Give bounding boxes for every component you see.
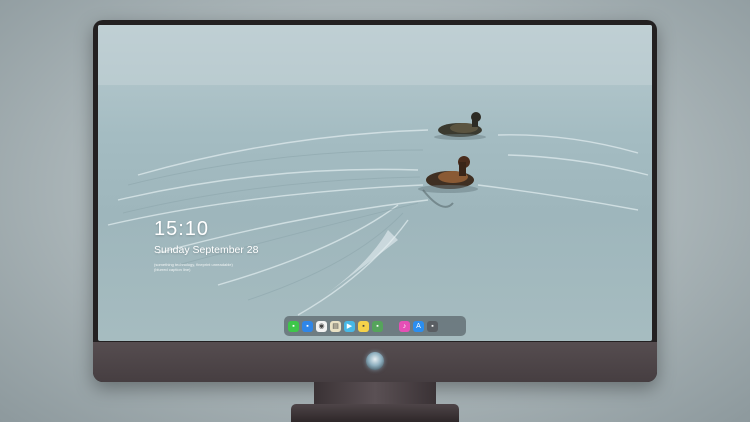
lock-screen-date: Sunday September 28 xyxy=(154,244,259,256)
wallpaper-lake-ducks xyxy=(98,25,652,316)
monitor: 15:10 Sunday September 28 (something tec… xyxy=(93,20,657,382)
finder-icon[interactable]: ▪ xyxy=(302,320,313,332)
monitor-chin xyxy=(93,342,657,382)
media-icon[interactable]: ▶ xyxy=(344,320,355,332)
caption-line-2: (blurred caption line) xyxy=(154,267,191,272)
monitor-stand-base xyxy=(291,404,459,422)
compass-icon[interactable]: ◉ xyxy=(316,320,327,332)
appstore-icon[interactable]: A xyxy=(413,320,424,332)
messages-icon[interactable]: ▪ xyxy=(288,320,299,332)
desktop-screen: 15:10 Sunday September 28 (something tec… xyxy=(98,25,652,341)
duck-upper xyxy=(434,112,486,140)
lock-screen-caption: (something technology, fineprint unreada… xyxy=(154,262,274,272)
lock-screen-time: 15:10 xyxy=(154,218,210,240)
stickies-icon[interactable]: ▪ xyxy=(358,320,369,332)
monitor-stand-neck xyxy=(314,382,436,406)
photos-icon[interactable]: ▪ xyxy=(372,320,383,332)
notes-icon[interactable]: ▤ xyxy=(330,320,341,332)
brand-logo-icon xyxy=(366,352,384,370)
dock: ▪ ▪ ◉ ▤ ▶ ▪ ▪ ♪ A ▪ xyxy=(284,316,466,336)
duck-lower xyxy=(418,156,478,208)
music-icon[interactable]: ♪ xyxy=(399,320,410,332)
camera-icon[interactable]: ▪ xyxy=(427,320,438,332)
